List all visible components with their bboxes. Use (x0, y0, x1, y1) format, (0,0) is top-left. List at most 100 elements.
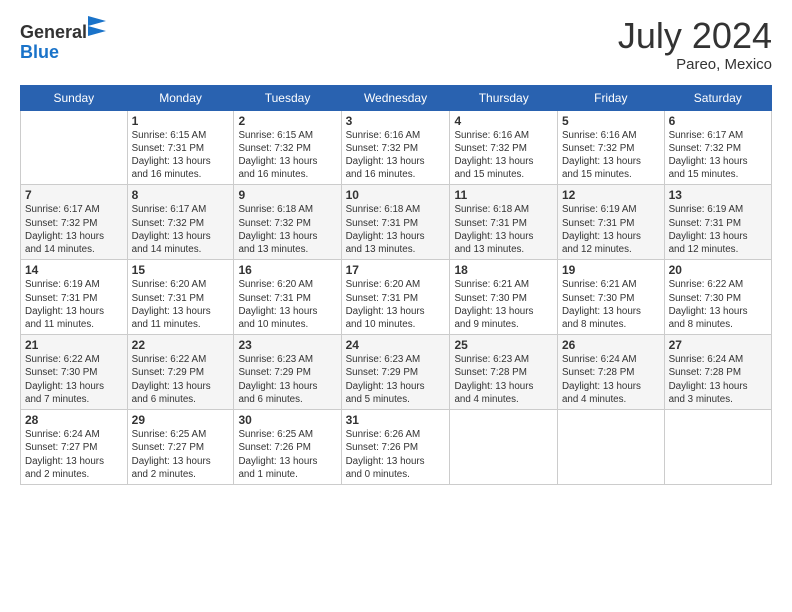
day-number: 9 (238, 188, 336, 202)
table-cell: 11Sunrise: 6:18 AMSunset: 7:31 PMDayligh… (450, 185, 558, 260)
table-cell (21, 110, 128, 185)
day-info: Sunrise: 6:23 AMSunset: 7:28 PMDaylight:… (454, 353, 553, 406)
day-number: 25 (454, 338, 553, 352)
table-cell: 24Sunrise: 6:23 AMSunset: 7:29 PMDayligh… (341, 335, 450, 410)
table-cell: 22Sunrise: 6:22 AMSunset: 7:29 PMDayligh… (127, 335, 234, 410)
day-info: Sunrise: 6:22 AMSunset: 7:30 PMDaylight:… (25, 353, 123, 406)
weekday-header-row: Sunday Monday Tuesday Wednesday Thursday… (21, 85, 772, 110)
table-cell: 27Sunrise: 6:24 AMSunset: 7:28 PMDayligh… (664, 335, 771, 410)
location: Pareo, Mexico (618, 56, 772, 73)
table-cell: 7Sunrise: 6:17 AMSunset: 7:32 PMDaylight… (21, 185, 128, 260)
table-cell: 4Sunrise: 6:16 AMSunset: 7:32 PMDaylight… (450, 110, 558, 185)
table-cell: 21Sunrise: 6:22 AMSunset: 7:30 PMDayligh… (21, 335, 128, 410)
header-saturday: Saturday (664, 85, 771, 110)
day-info: Sunrise: 6:19 AMSunset: 7:31 PMDaylight:… (562, 203, 660, 256)
table-cell: 25Sunrise: 6:23 AMSunset: 7:28 PMDayligh… (450, 335, 558, 410)
day-info: Sunrise: 6:24 AMSunset: 7:28 PMDaylight:… (669, 353, 767, 406)
day-number: 6 (669, 114, 767, 128)
table-cell: 18Sunrise: 6:21 AMSunset: 7:30 PMDayligh… (450, 260, 558, 335)
day-info: Sunrise: 6:21 AMSunset: 7:30 PMDaylight:… (454, 278, 553, 331)
table-cell: 9Sunrise: 6:18 AMSunset: 7:32 PMDaylight… (234, 185, 341, 260)
day-number: 27 (669, 338, 767, 352)
day-number: 20 (669, 263, 767, 277)
table-cell: 29Sunrise: 6:25 AMSunset: 7:27 PMDayligh… (127, 410, 234, 485)
day-info: Sunrise: 6:22 AMSunset: 7:30 PMDaylight:… (669, 278, 767, 331)
day-info: Sunrise: 6:21 AMSunset: 7:30 PMDaylight:… (562, 278, 660, 331)
logo-flag-icon (88, 16, 106, 38)
table-cell: 12Sunrise: 6:19 AMSunset: 7:31 PMDayligh… (557, 185, 664, 260)
header-tuesday: Tuesday (234, 85, 341, 110)
table-cell: 14Sunrise: 6:19 AMSunset: 7:31 PMDayligh… (21, 260, 128, 335)
month-title: July 2024 (618, 16, 772, 56)
table-cell: 19Sunrise: 6:21 AMSunset: 7:30 PMDayligh… (557, 260, 664, 335)
day-number: 8 (132, 188, 230, 202)
day-number: 29 (132, 413, 230, 427)
day-number: 28 (25, 413, 123, 427)
day-info: Sunrise: 6:15 AMSunset: 7:31 PMDaylight:… (132, 129, 230, 182)
table-cell (557, 410, 664, 485)
day-number: 17 (346, 263, 446, 277)
day-info: Sunrise: 6:17 AMSunset: 7:32 PMDaylight:… (25, 203, 123, 256)
day-info: Sunrise: 6:25 AMSunset: 7:26 PMDaylight:… (238, 428, 336, 481)
table-cell: 31Sunrise: 6:26 AMSunset: 7:26 PMDayligh… (341, 410, 450, 485)
day-info: Sunrise: 6:23 AMSunset: 7:29 PMDaylight:… (238, 353, 336, 406)
table-cell (664, 410, 771, 485)
day-number: 23 (238, 338, 336, 352)
logo: General Blue (20, 16, 106, 63)
day-info: Sunrise: 6:24 AMSunset: 7:28 PMDaylight:… (562, 353, 660, 406)
day-info: Sunrise: 6:19 AMSunset: 7:31 PMDaylight:… (669, 203, 767, 256)
day-info: Sunrise: 6:18 AMSunset: 7:31 PMDaylight:… (346, 203, 446, 256)
page-header: General Blue July 2024 Pareo, Mexico (20, 16, 772, 73)
day-number: 10 (346, 188, 446, 202)
day-number: 2 (238, 114, 336, 128)
day-number: 5 (562, 114, 660, 128)
day-number: 19 (562, 263, 660, 277)
table-cell: 2Sunrise: 6:15 AMSunset: 7:32 PMDaylight… (234, 110, 341, 185)
day-info: Sunrise: 6:25 AMSunset: 7:27 PMDaylight:… (132, 428, 230, 481)
day-number: 22 (132, 338, 230, 352)
day-info: Sunrise: 6:23 AMSunset: 7:29 PMDaylight:… (346, 353, 446, 406)
table-cell: 1Sunrise: 6:15 AMSunset: 7:31 PMDaylight… (127, 110, 234, 185)
day-number: 16 (238, 263, 336, 277)
table-cell: 6Sunrise: 6:17 AMSunset: 7:32 PMDaylight… (664, 110, 771, 185)
table-cell: 16Sunrise: 6:20 AMSunset: 7:31 PMDayligh… (234, 260, 341, 335)
day-number: 18 (454, 263, 553, 277)
day-number: 1 (132, 114, 230, 128)
day-info: Sunrise: 6:18 AMSunset: 7:31 PMDaylight:… (454, 203, 553, 256)
table-cell (450, 410, 558, 485)
header-monday: Monday (127, 85, 234, 110)
day-info: Sunrise: 6:20 AMSunset: 7:31 PMDaylight:… (346, 278, 446, 331)
day-number: 11 (454, 188, 553, 202)
table-cell: 8Sunrise: 6:17 AMSunset: 7:32 PMDaylight… (127, 185, 234, 260)
day-info: Sunrise: 6:15 AMSunset: 7:32 PMDaylight:… (238, 129, 336, 182)
day-info: Sunrise: 6:19 AMSunset: 7:31 PMDaylight:… (25, 278, 123, 331)
day-number: 24 (346, 338, 446, 352)
header-friday: Friday (557, 85, 664, 110)
day-info: Sunrise: 6:16 AMSunset: 7:32 PMDaylight:… (454, 129, 553, 182)
day-number: 31 (346, 413, 446, 427)
logo-general: General (20, 22, 87, 42)
calendar-table: Sunday Monday Tuesday Wednesday Thursday… (20, 85, 772, 485)
day-number: 14 (25, 263, 123, 277)
day-number: 15 (132, 263, 230, 277)
day-number: 30 (238, 413, 336, 427)
table-cell: 17Sunrise: 6:20 AMSunset: 7:31 PMDayligh… (341, 260, 450, 335)
day-info: Sunrise: 6:17 AMSunset: 7:32 PMDaylight:… (132, 203, 230, 256)
day-info: Sunrise: 6:20 AMSunset: 7:31 PMDaylight:… (132, 278, 230, 331)
day-info: Sunrise: 6:26 AMSunset: 7:26 PMDaylight:… (346, 428, 446, 481)
table-cell: 10Sunrise: 6:18 AMSunset: 7:31 PMDayligh… (341, 185, 450, 260)
table-cell: 20Sunrise: 6:22 AMSunset: 7:30 PMDayligh… (664, 260, 771, 335)
day-info: Sunrise: 6:20 AMSunset: 7:31 PMDaylight:… (238, 278, 336, 331)
logo-blue: Blue (20, 42, 59, 62)
day-number: 12 (562, 188, 660, 202)
table-cell: 23Sunrise: 6:23 AMSunset: 7:29 PMDayligh… (234, 335, 341, 410)
day-info: Sunrise: 6:16 AMSunset: 7:32 PMDaylight:… (562, 129, 660, 182)
day-info: Sunrise: 6:22 AMSunset: 7:29 PMDaylight:… (132, 353, 230, 406)
header-wednesday: Wednesday (341, 85, 450, 110)
day-number: 3 (346, 114, 446, 128)
day-info: Sunrise: 6:16 AMSunset: 7:32 PMDaylight:… (346, 129, 446, 182)
day-number: 4 (454, 114, 553, 128)
table-cell: 3Sunrise: 6:16 AMSunset: 7:32 PMDaylight… (341, 110, 450, 185)
day-number: 13 (669, 188, 767, 202)
header-thursday: Thursday (450, 85, 558, 110)
